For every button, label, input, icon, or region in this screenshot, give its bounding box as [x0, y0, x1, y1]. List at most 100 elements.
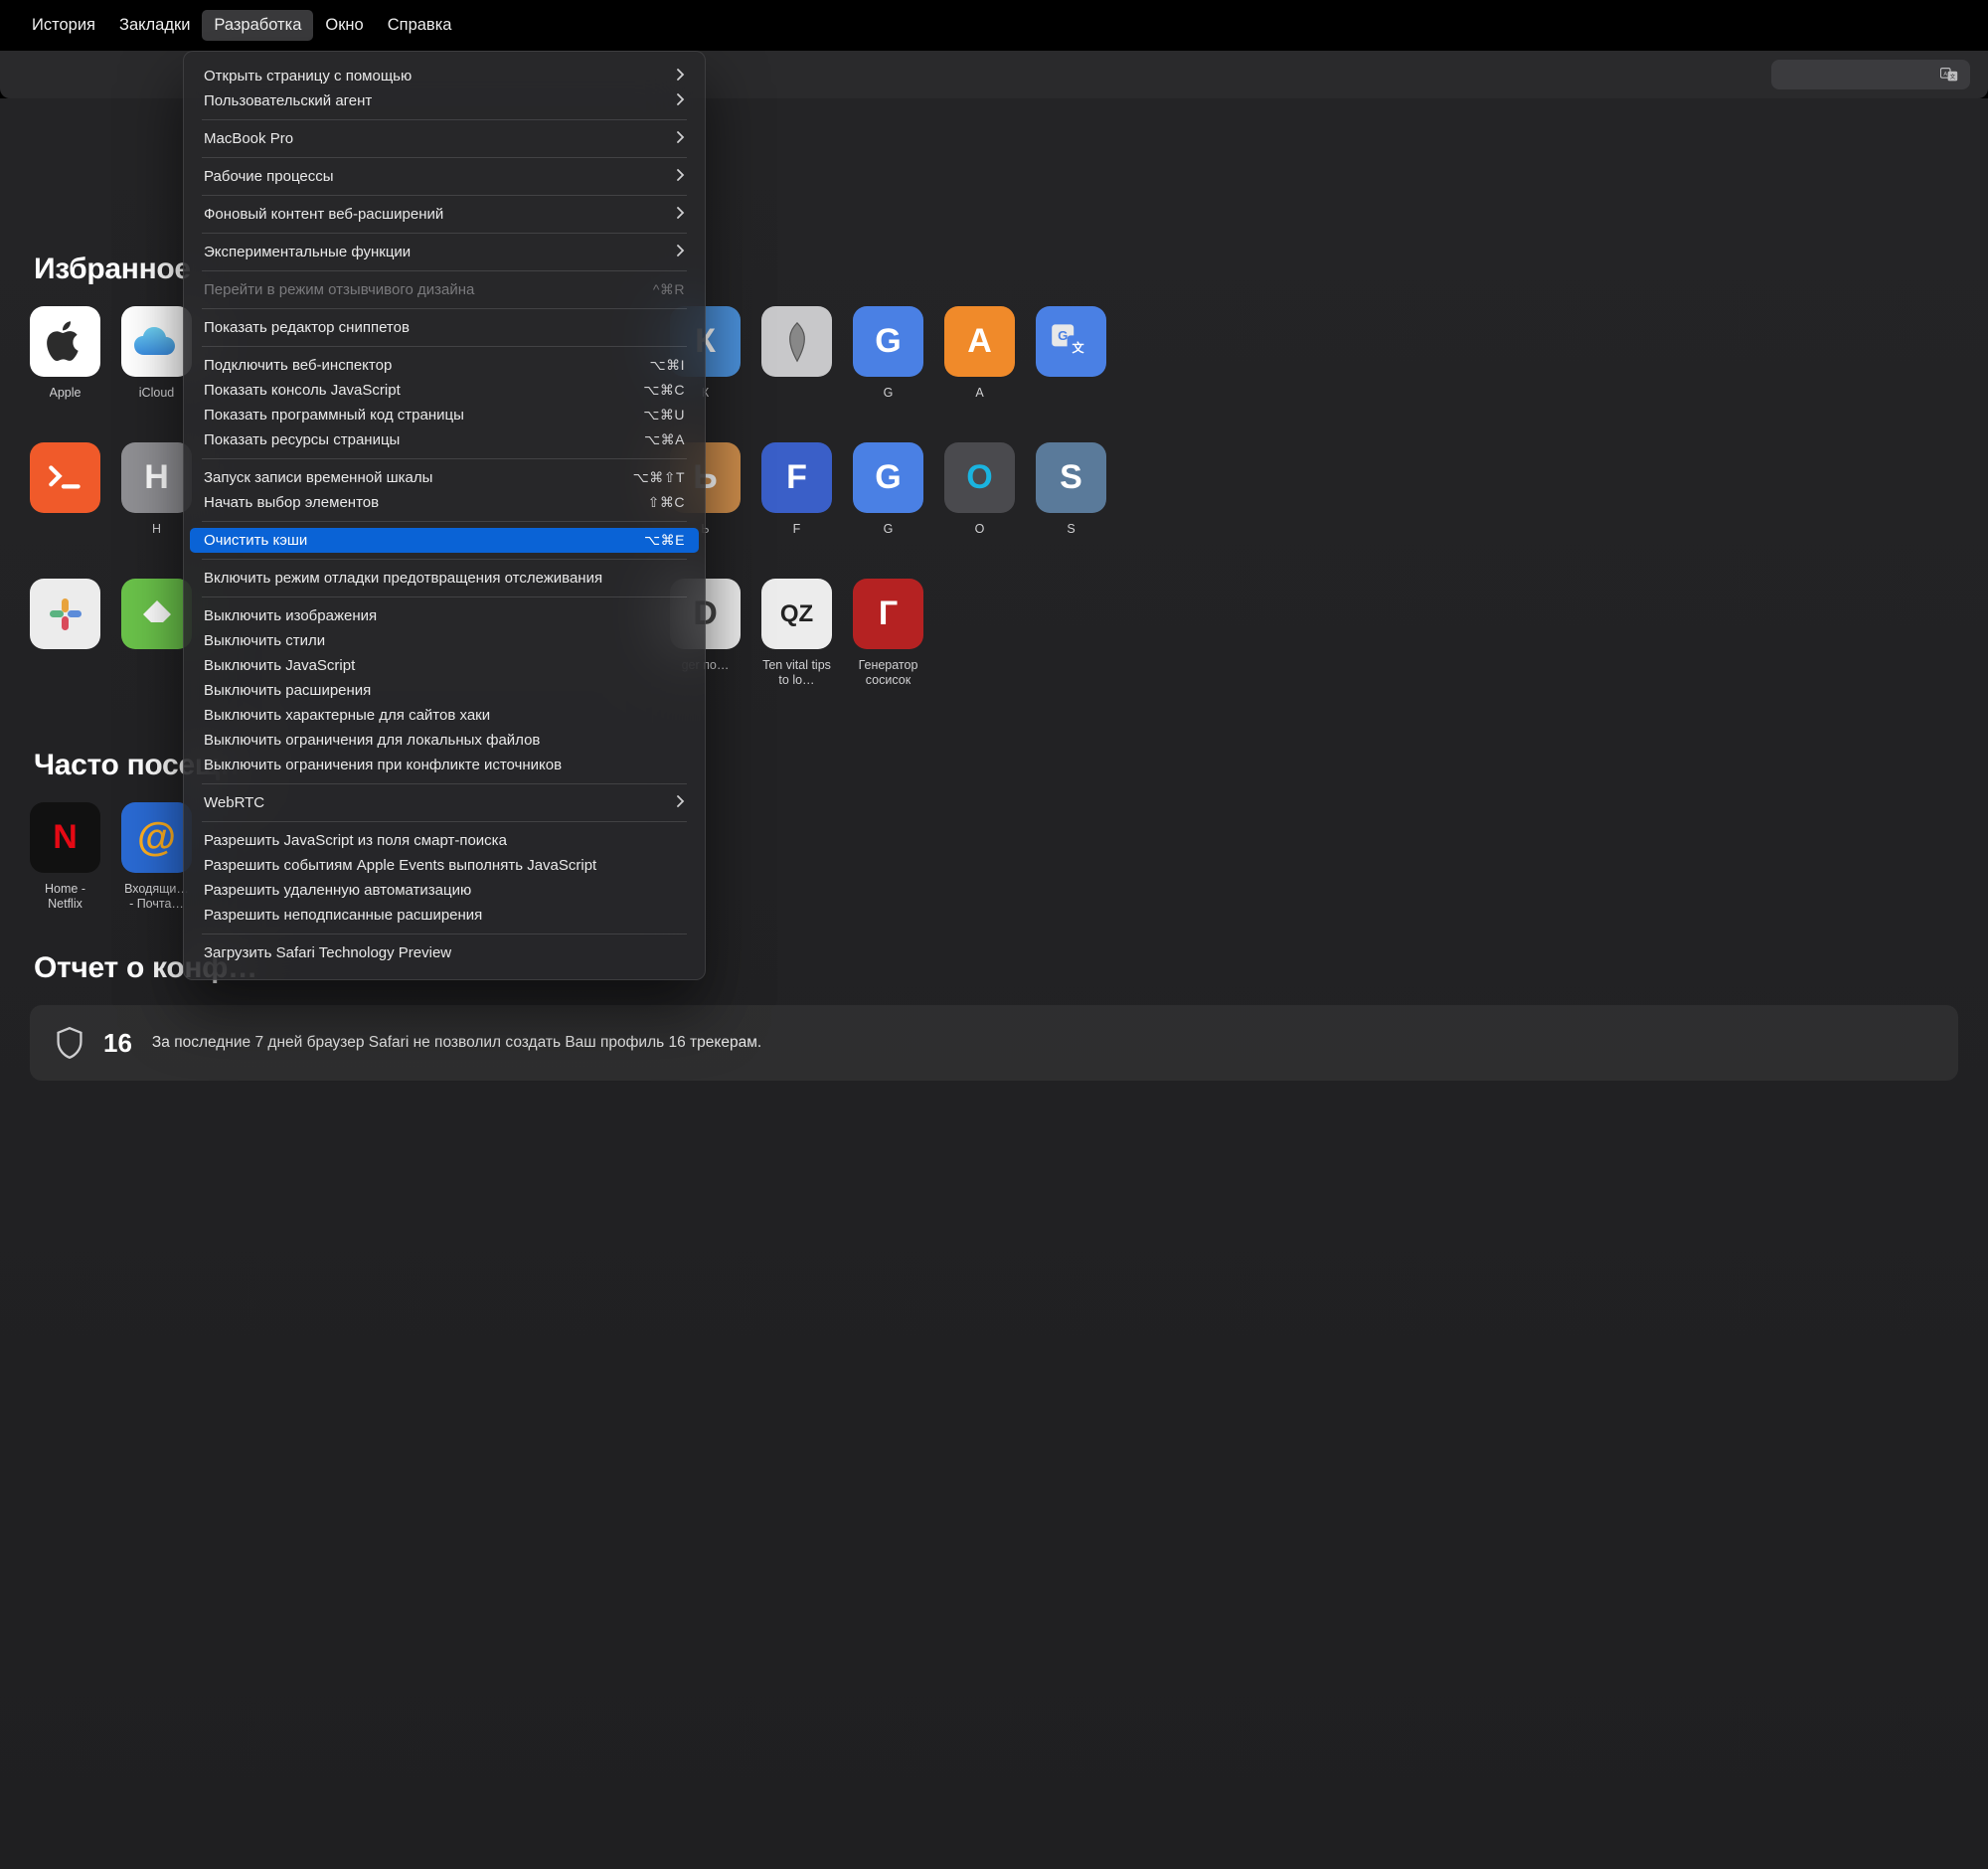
develop-menu-item[interactable]: Выключить ограничения для локальных файл…	[190, 728, 699, 753]
translate-icon[interactable]: A 文	[1940, 67, 1960, 83]
develop-menu-item[interactable]: Включить режим отладки предотвращения от…	[190, 566, 699, 591]
address-bar[interactable]: A 文	[1771, 60, 1970, 89]
menu-separator	[202, 195, 687, 196]
develop-menu-item[interactable]: Открыть страницу с помощью	[190, 64, 699, 88]
menubar: История Закладки Разработка Окно Справка	[0, 0, 1113, 51]
develop-menu-item[interactable]: Очистить кэши⌥⌘E	[190, 528, 699, 553]
menubar-item-help[interactable]: Справка	[376, 10, 464, 41]
develop-menu-item[interactable]: Разрешить удаленную автоматизацию	[190, 878, 699, 903]
develop-menu-item[interactable]: WebRTC	[190, 790, 699, 815]
bookmark-label: H	[152, 522, 161, 537]
menu-separator	[202, 233, 687, 234]
bookmark-label: G	[884, 522, 894, 537]
bookmark-icon: H	[121, 442, 192, 513]
develop-menu-item[interactable]: Рабочие процессы	[190, 164, 699, 189]
bookmark-label: iCloud	[139, 386, 174, 401]
develop-menu-item[interactable]: Выключить JavaScript	[190, 653, 699, 678]
menu-item-label: Выключить ограничения при конфликте исто…	[204, 757, 562, 773]
develop-menu-item[interactable]: Выключить расширения	[190, 678, 699, 703]
menu-item-label: WebRTC	[204, 794, 264, 811]
bookmark-tile[interactable]: ГГенератор сосисок	[853, 579, 923, 688]
menu-item-label: Разрешить JavaScript из поля смарт-поиск…	[204, 832, 507, 849]
menu-shortcut: ⌥⌘⇧T	[633, 469, 685, 486]
develop-menu: Открыть страницу с помощью Пользовательск…	[183, 51, 706, 980]
bookmark-tile[interactable]: G文	[1036, 306, 1106, 401]
menu-item-label: Запуск записи временной шкалы	[204, 469, 432, 486]
bookmark-label: Apple	[50, 386, 82, 401]
menubar-item-history[interactable]: История	[20, 10, 107, 41]
develop-menu-item[interactable]: Показать ресурсы страницы⌥⌘A	[190, 427, 699, 452]
bookmark-tile[interactable]: @Входящи… - Почта…	[121, 802, 192, 912]
develop-menu-item[interactable]: Выключить стили	[190, 628, 699, 653]
menu-item-label: Перейти в режим отзывчивого дизайна	[204, 281, 474, 298]
develop-menu-item[interactable]: Выключить изображения	[190, 603, 699, 628]
menu-item-label: Выключить стили	[204, 632, 325, 649]
menu-item-label: Экспериментальные функции	[204, 244, 411, 260]
menu-item-label: Рабочие процессы	[204, 168, 334, 185]
bookmark-icon	[30, 306, 100, 377]
bookmark-tile[interactable]	[121, 579, 192, 688]
menu-item-label: Выключить JavaScript	[204, 657, 355, 674]
develop-menu-item[interactable]: Разрешить JavaScript из поля смарт-поиск…	[190, 828, 699, 853]
menu-item-label: Подключить веб-инспектор	[204, 357, 392, 374]
menu-item-label: Показать консоль JavaScript	[204, 382, 401, 399]
bookmark-tile[interactable]: iCloud	[121, 306, 192, 401]
menu-item-label: MacBook Pro	[204, 130, 293, 147]
menubar-item-bookmarks[interactable]: Закладки	[107, 10, 202, 41]
develop-menu-item[interactable]: Показать редактор сниппетов	[190, 315, 699, 340]
bookmark-tile[interactable]: АА	[944, 306, 1015, 401]
bookmark-tile[interactable]: NHome - Netflix	[30, 802, 100, 912]
bookmark-tile[interactable]	[30, 579, 100, 688]
bookmark-icon: F	[761, 442, 832, 513]
menu-separator	[202, 559, 687, 560]
develop-menu-item[interactable]: Показать программный код страницы⌥⌘U	[190, 403, 699, 427]
develop-menu-item[interactable]: Разрешить неподписанные расширения	[190, 903, 699, 928]
svg-text:G: G	[1058, 327, 1068, 342]
menu-shortcut: ^⌘R	[653, 281, 685, 298]
develop-menu-item[interactable]: Запуск записи временной шкалы ⌥⌘⇧T	[190, 465, 699, 490]
bookmark-tile[interactable]: GG	[853, 442, 923, 537]
bookmark-icon: QZ	[761, 579, 832, 649]
menubar-item-window[interactable]: Окно	[313, 10, 375, 41]
develop-menu-item[interactable]: Показать консоль JavaScript ⌥⌘C	[190, 378, 699, 403]
bookmark-tile[interactable]	[30, 442, 100, 537]
develop-menu-item[interactable]: Начать выбор элементов⇧⌘C	[190, 490, 699, 515]
menu-item-label: Очистить кэши	[204, 532, 307, 549]
menu-item-label: Выключить изображения	[204, 607, 377, 624]
develop-menu-item[interactable]: Разрешить событиям Apple Events выполнят…	[190, 853, 699, 878]
develop-menu-item[interactable]: MacBook Pro	[190, 126, 699, 151]
develop-menu-item[interactable]: Экспериментальные функции	[190, 240, 699, 264]
menu-separator	[202, 458, 687, 459]
chevron-right-icon	[677, 206, 685, 223]
menu-item-label: Открыть страницу с помощью	[204, 68, 412, 85]
menu-item-label: Выключить ограничения для локальных файл…	[204, 732, 540, 749]
bookmark-tile[interactable]: FF	[761, 442, 832, 537]
chevron-right-icon	[677, 244, 685, 260]
bookmark-tile[interactable]: QZTen vital tips to lo…	[761, 579, 832, 688]
privacy-report-text: За последние 7 дней браузер Safari не по…	[152, 1034, 761, 1052]
bookmark-tile[interactable]: GG	[853, 306, 923, 401]
develop-menu-item: Перейти в режим отзывчивого дизайна ^⌘R	[190, 277, 699, 302]
menubar-item-develop[interactable]: Разработка	[202, 10, 313, 41]
menu-item-label: Показать программный код страницы	[204, 407, 464, 424]
menu-separator	[202, 521, 687, 522]
bookmark-tile[interactable]: OО	[944, 442, 1015, 537]
develop-menu-item[interactable]: Фоновый контент веб-расширений	[190, 202, 699, 227]
menu-item-label: Разрешить событиям Apple Events выполнят…	[204, 857, 596, 874]
menu-shortcut: ⌥⌘C	[643, 382, 685, 399]
develop-menu-item[interactable]: Пользовательский агент	[190, 88, 699, 113]
develop-menu-item[interactable]: Выключить характерные для сайтов хаки	[190, 703, 699, 728]
develop-menu-item[interactable]: Загрузить Safari Technology Preview	[190, 940, 699, 965]
chevron-right-icon	[677, 794, 685, 811]
bookmark-icon	[30, 579, 100, 649]
bookmark-tile[interactable]: Apple	[30, 306, 100, 401]
chevron-right-icon	[677, 168, 685, 185]
bookmark-tile[interactable]: HH	[121, 442, 192, 537]
privacy-report-card[interactable]: 16 За последние 7 дней браузер Safari не…	[30, 1005, 1958, 1081]
bookmark-tile[interactable]	[761, 306, 832, 401]
develop-menu-item[interactable]: Подключить веб-инспектор⌥⌘I	[190, 353, 699, 378]
bookmark-icon	[30, 442, 100, 513]
bookmark-tile[interactable]: SS	[1036, 442, 1106, 537]
bookmark-icon: G	[853, 306, 923, 377]
develop-menu-item[interactable]: Выключить ограничения при конфликте исто…	[190, 753, 699, 777]
